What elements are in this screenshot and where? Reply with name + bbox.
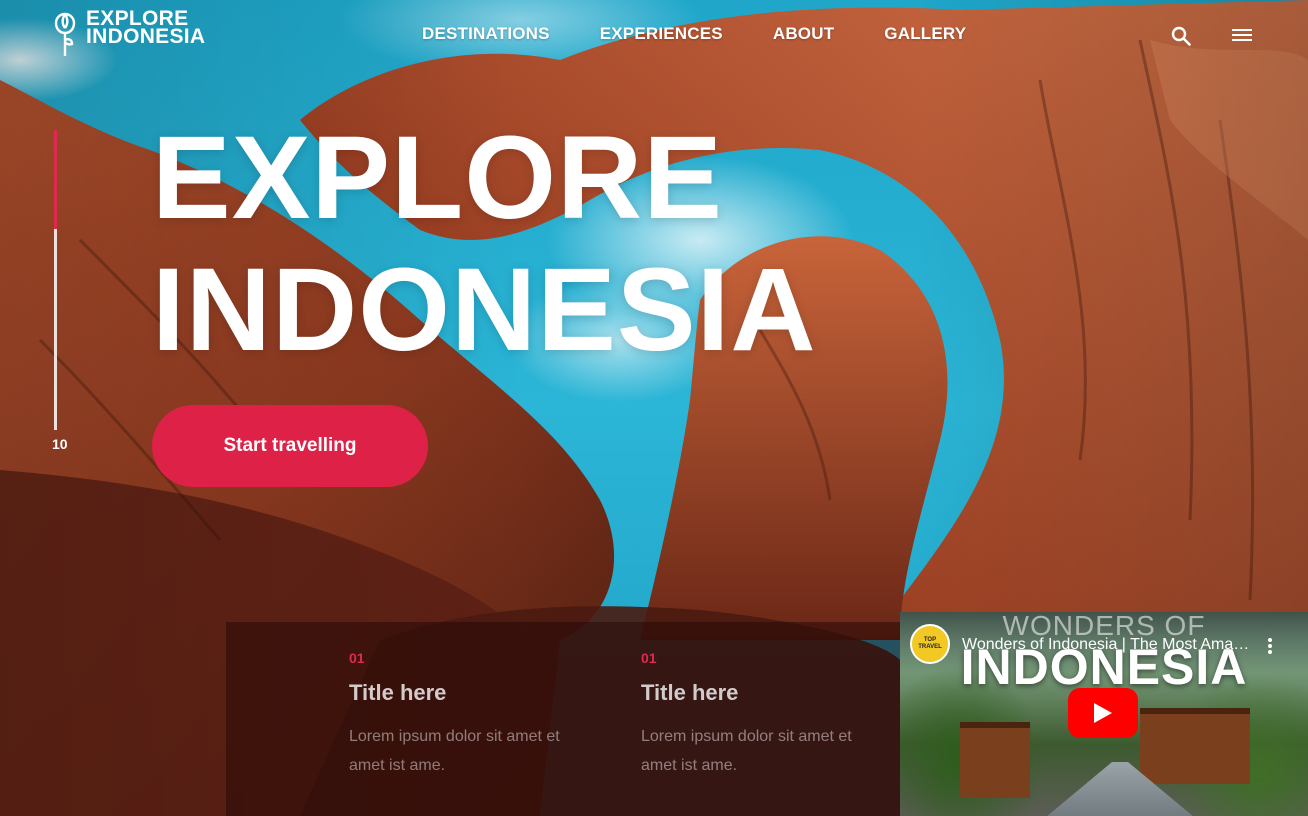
youtube-video-embed[interactable]: WONDERS OF INDONESIA TOP TRAVEL Wonders …: [900, 612, 1308, 816]
hero-title-line-1: EXPLORE: [152, 112, 723, 244]
search-icon[interactable]: [1170, 25, 1192, 47]
main-nav: DESTINATIONS EXPERIENCES ABOUT GALLERY: [422, 24, 1016, 44]
card-number: 01: [349, 650, 365, 666]
nav-gallery[interactable]: GALLERY: [884, 24, 966, 44]
brand-line-2: INDONESIA: [86, 25, 206, 48]
video-thumbnail-house: [1140, 708, 1250, 784]
card-title: Title here: [349, 680, 447, 705]
youtube-play-icon: [1094, 703, 1112, 723]
video-title[interactable]: Wonders of Indonesia | The Most Amazing …: [962, 636, 1252, 654]
flower-logo-icon: [54, 12, 76, 56]
hamburger-menu-icon[interactable]: [1232, 27, 1252, 43]
youtube-play-button[interactable]: [1068, 688, 1138, 738]
nav-destinations[interactable]: DESTINATIONS: [422, 24, 550, 44]
brand-name: EXPLORE INDONESIA: [86, 8, 206, 48]
site-header: EXPLORE INDONESIA DESTINATIONS EXPERIENC…: [0, 0, 1308, 70]
hero-title-line-2: INDONESIA: [152, 244, 817, 376]
channel-label: TOP TRAVEL: [918, 637, 942, 650]
nav-experiences[interactable]: EXPERIENCES: [600, 24, 723, 44]
more-vertical-icon[interactable]: [1264, 636, 1276, 656]
feature-card[interactable]: 01 Title here Lorem ipsum dolor sit amet…: [641, 650, 861, 780]
card-description: Lorem ipsum dolor sit amet et amet ist a…: [641, 728, 852, 774]
slide-progress-fill: [54, 130, 57, 229]
video-thumbnail-house: [960, 722, 1030, 798]
channel-avatar[interactable]: TOP TRAVEL: [910, 624, 950, 664]
card-number: 01: [641, 650, 657, 666]
slide-number: 10: [52, 436, 68, 452]
hero-title: EXPLORE INDONESIA: [152, 112, 817, 376]
card-description: Lorem ipsum dolor sit amet et amet ist a…: [349, 728, 560, 774]
start-travelling-button[interactable]: Start travelling: [152, 405, 428, 487]
card-title: Title here: [641, 680, 739, 705]
feature-cards-panel: 01 Title here Lorem ipsum dolor sit amet…: [226, 622, 900, 816]
site-logo[interactable]: EXPLORE INDONESIA: [52, 8, 206, 60]
feature-card[interactable]: 01 Title here Lorem ipsum dolor sit amet…: [349, 650, 569, 780]
nav-about[interactable]: ABOUT: [773, 24, 834, 44]
